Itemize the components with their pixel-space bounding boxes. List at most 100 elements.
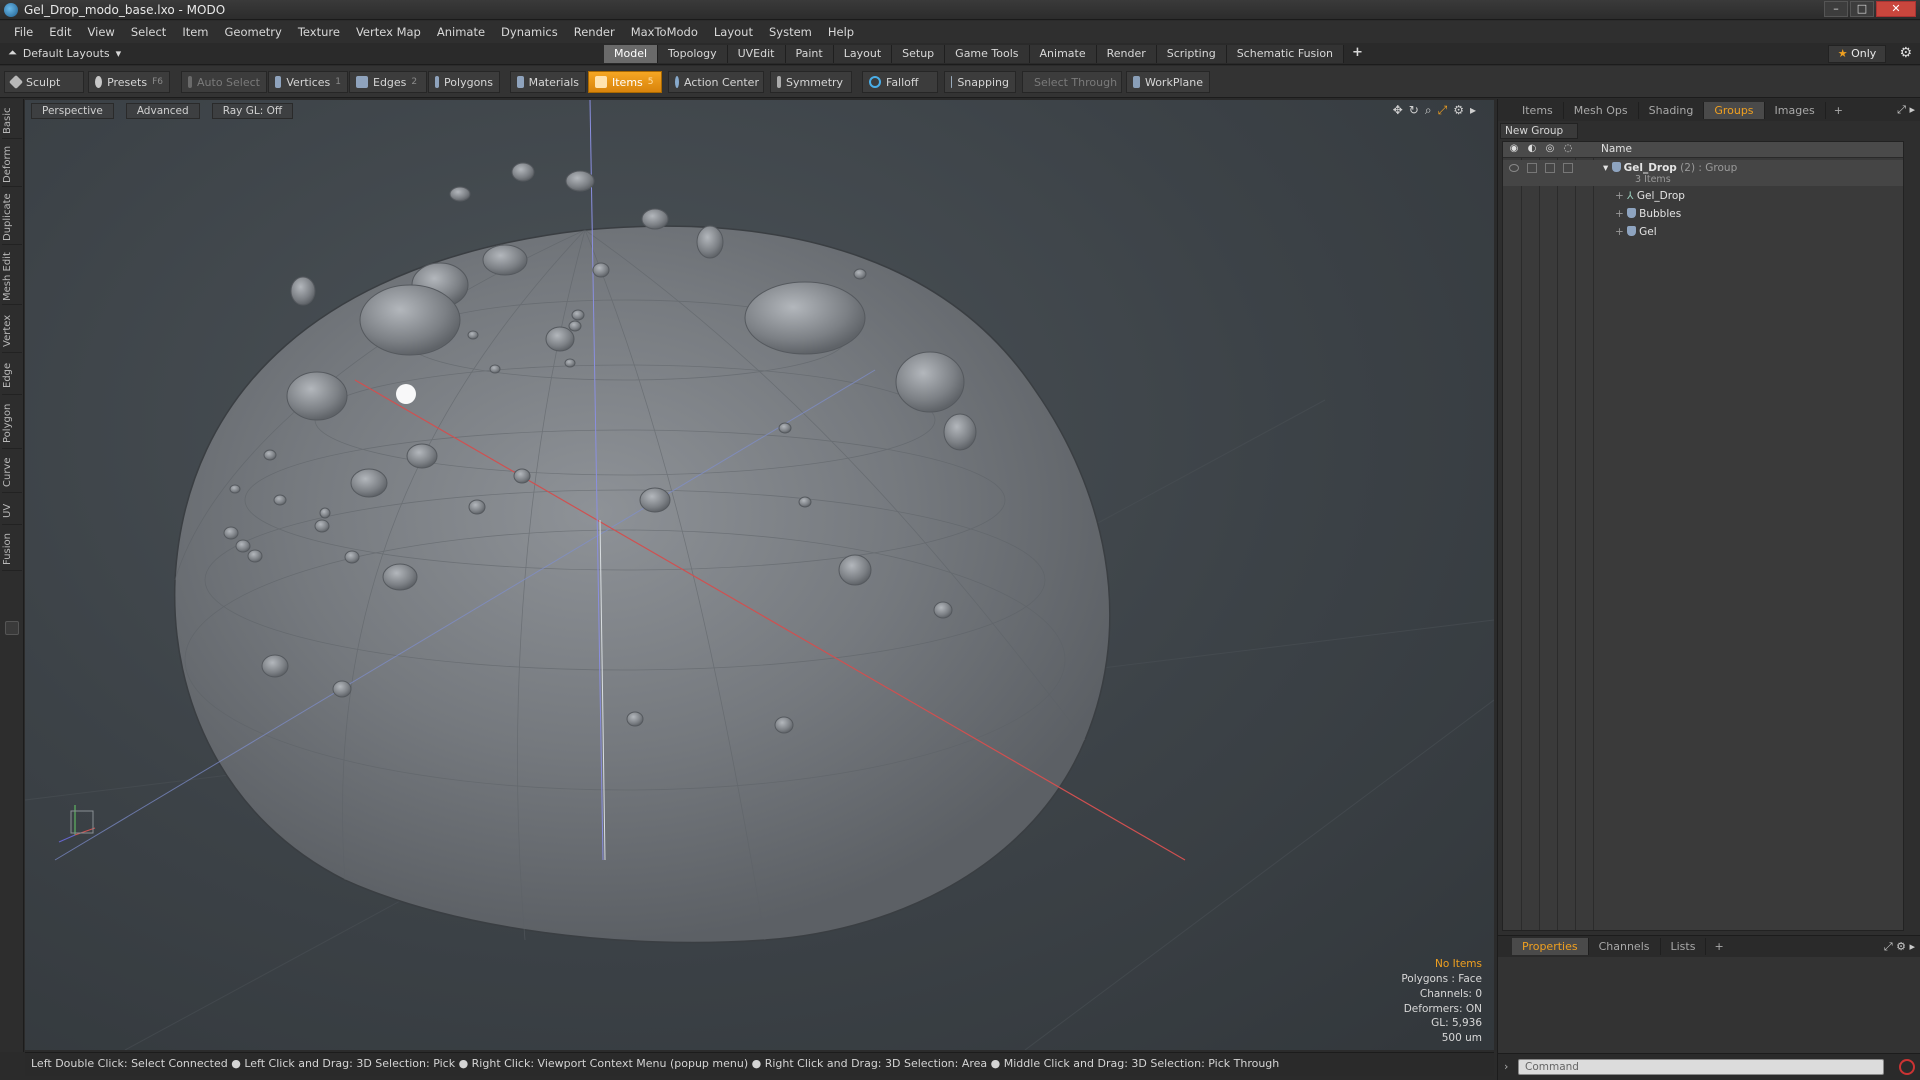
- tab-items[interactable]: Items: [1512, 101, 1564, 119]
- props-panel-icons[interactable]: ⤢ ⚙ ▸: [1884, 940, 1915, 954]
- vtab-uv[interactable]: UV: [2, 497, 22, 525]
- panel-expand-icon[interactable]: ⤢ ▸: [1897, 103, 1915, 117]
- tab-lists[interactable]: Lists: [1661, 938, 1707, 955]
- tab-images[interactable]: Images: [1765, 101, 1826, 119]
- command-input[interactable]: [1518, 1059, 1884, 1075]
- polygons-button[interactable]: Polygons: [428, 71, 500, 93]
- vtab-mesh-edit[interactable]: Mesh Edit: [2, 249, 22, 305]
- tab-paint[interactable]: Paint: [785, 45, 834, 63]
- expand-icon[interactable]: +: [1615, 208, 1627, 220]
- pan-icon[interactable]: ✥: [1393, 103, 1403, 118]
- new-group-button[interactable]: New Group: [1500, 123, 1578, 139]
- menu-vertex-map[interactable]: Vertex Map: [348, 25, 429, 39]
- vtab-edge[interactable]: Edge: [2, 357, 22, 395]
- vtab-polygon[interactable]: Polygon: [2, 399, 22, 449]
- record-icon[interactable]: [1899, 1059, 1915, 1075]
- presets-button[interactable]: Presets F6: [88, 71, 170, 93]
- vtab-deform[interactable]: Deform: [2, 143, 22, 187]
- expand-icon[interactable]: +: [1615, 190, 1627, 202]
- menu-dynamics[interactable]: Dynamics: [493, 25, 566, 39]
- symmetry-button[interactable]: Symmetry: [770, 71, 852, 93]
- menu-file[interactable]: File: [6, 25, 41, 39]
- select-through-button[interactable]: Select Through: [1022, 71, 1122, 93]
- tab-groups[interactable]: Groups: [1704, 101, 1765, 119]
- vtab-curve[interactable]: Curve: [2, 453, 22, 493]
- view-mode-dropdown[interactable]: Perspective: [31, 103, 114, 119]
- gear-icon[interactable]: ⚙: [1899, 45, 1912, 61]
- menu-select[interactable]: Select: [123, 25, 174, 39]
- add-panel-tab-button[interactable]: +: [1826, 104, 1851, 117]
- viewport-settings-icon[interactable]: ⚙: [1453, 103, 1464, 118]
- vertices-button[interactable]: Vertices 1: [268, 71, 348, 93]
- menu-maxtomodo[interactable]: MaxToModo: [623, 25, 706, 39]
- menu-item[interactable]: Item: [174, 25, 216, 39]
- items-button[interactable]: Items 5: [588, 71, 662, 93]
- menu-view[interactable]: View: [80, 25, 123, 39]
- select-toggle[interactable]: [1563, 163, 1573, 173]
- menu-geometry[interactable]: Geometry: [217, 25, 290, 39]
- action-center-button[interactable]: Action Center: [668, 71, 764, 93]
- menu-animate[interactable]: Animate: [429, 25, 493, 39]
- raygl-toggle[interactable]: Ray GL: Off: [211, 103, 294, 119]
- select-column-icon[interactable]: ◌: [1559, 143, 1577, 157]
- menu-render[interactable]: Render: [566, 25, 623, 39]
- workplane-button[interactable]: WorkPlane: [1126, 71, 1210, 93]
- maximize-viewport-icon[interactable]: ⤢: [1438, 103, 1448, 118]
- viewport-menu-icon[interactable]: ▸: [1470, 103, 1476, 118]
- lock-toggle[interactable]: [1545, 163, 1555, 173]
- menu-layout[interactable]: Layout: [706, 25, 761, 39]
- tab-topology[interactable]: Topology: [658, 45, 728, 63]
- render-column-icon[interactable]: ◐: [1523, 143, 1541, 157]
- tab-setup[interactable]: Setup: [892, 45, 946, 63]
- tab-properties[interactable]: Properties: [1512, 938, 1589, 955]
- tab-mesh-ops[interactable]: Mesh Ops: [1564, 101, 1639, 119]
- tab-scripting[interactable]: Scripting: [1156, 45, 1227, 63]
- vtab-vertex[interactable]: Vertex: [2, 309, 22, 353]
- render-toggle[interactable]: [1527, 163, 1537, 173]
- menu-help[interactable]: Help: [820, 25, 862, 39]
- add-props-tab-button[interactable]: +: [1706, 940, 1731, 953]
- shading-mode-dropdown[interactable]: Advanced: [125, 103, 200, 119]
- tab-shading[interactable]: Shading: [1639, 101, 1705, 119]
- auto-select-button[interactable]: Auto Select: [181, 71, 267, 93]
- expand-icon[interactable]: +: [1615, 226, 1627, 238]
- only-button[interactable]: ★ Only: [1828, 45, 1886, 63]
- materials-button[interactable]: Materials: [510, 71, 586, 93]
- minimize-button[interactable]: –: [1824, 1, 1848, 17]
- falloff-button[interactable]: Falloff: [862, 71, 938, 93]
- name-column-header[interactable]: Name: [1601, 143, 1632, 155]
- menu-edit[interactable]: Edit: [41, 25, 79, 39]
- tab-animate[interactable]: Animate: [1029, 45, 1097, 63]
- tab-layout[interactable]: Layout: [833, 45, 893, 63]
- tab-game-tools[interactable]: Game Tools: [945, 45, 1030, 63]
- tab-schematic-fusion[interactable]: Schematic Fusion: [1226, 45, 1345, 63]
- tab-render[interactable]: Render: [1096, 45, 1157, 63]
- maximize-button[interactable]: □: [1850, 1, 1874, 17]
- tab-uvedit[interactable]: UVEdit: [727, 45, 786, 63]
- menu-texture[interactable]: Texture: [290, 25, 348, 39]
- lock-column-icon[interactable]: ◎: [1541, 143, 1559, 157]
- collapse-icon[interactable]: ▾: [1603, 162, 1612, 174]
- menu-system[interactable]: System: [761, 25, 820, 39]
- rotate-icon[interactable]: ↻: [1409, 103, 1419, 118]
- 3d-viewport[interactable]: Perspective Advanced Ray GL: Off ✥ ↻ ⌕ ⤢…: [25, 100, 1494, 1050]
- vtab-basic[interactable]: Basic: [2, 103, 22, 139]
- add-tab-button[interactable]: +: [1344, 45, 1371, 63]
- command-history-icon[interactable]: ›: [1504, 1060, 1508, 1073]
- zoom-icon[interactable]: ⌕: [1425, 103, 1432, 118]
- vtab-fusion[interactable]: Fusion: [2, 529, 22, 571]
- close-button[interactable]: ✕: [1876, 1, 1916, 17]
- edges-button[interactable]: Edges 2: [349, 71, 427, 93]
- visibility-column-icon[interactable]: ◉: [1505, 143, 1523, 157]
- tree-item-gel[interactable]: + Gel: [1503, 224, 1903, 242]
- eye-icon[interactable]: [1509, 164, 1519, 172]
- group-row[interactable]: ▾ Gel_Drop (2) : Group 3 Items: [1503, 160, 1903, 186]
- tree-item-bubbles[interactable]: + Bubbles: [1503, 206, 1903, 224]
- snapping-button[interactable]: Snapping: [944, 71, 1016, 93]
- tab-channels[interactable]: Channels: [1589, 938, 1661, 955]
- tree-item-gel-drop[interactable]: + ⅄ Gel_Drop: [1503, 188, 1903, 206]
- panel-toggle-icon[interactable]: [5, 621, 19, 635]
- vtab-duplicate[interactable]: Duplicate: [2, 191, 22, 245]
- sculpt-button[interactable]: Sculpt: [4, 71, 84, 93]
- tab-model[interactable]: Model: [604, 45, 659, 63]
